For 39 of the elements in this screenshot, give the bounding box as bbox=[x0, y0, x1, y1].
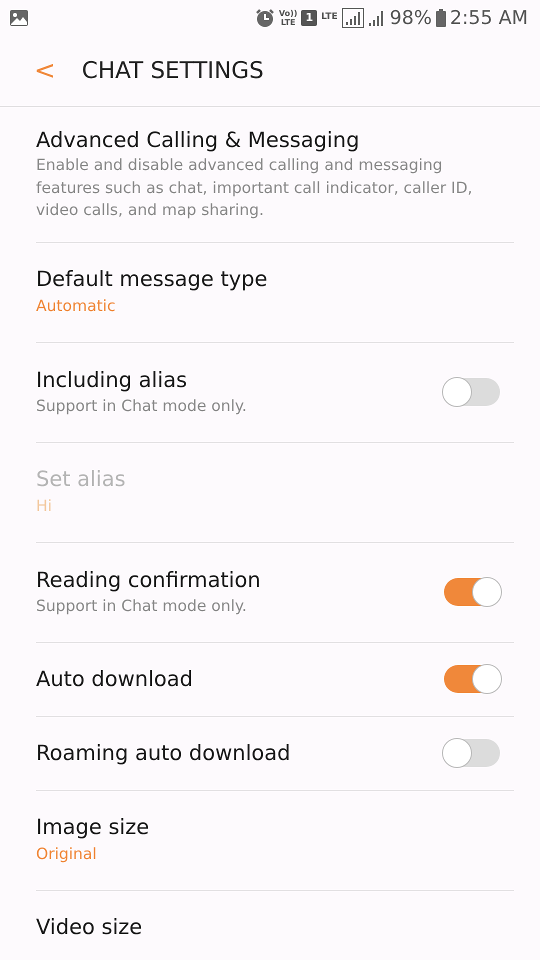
settings-item[interactable]: Auto download bbox=[0, 642, 540, 717]
setting-title: Set alias bbox=[36, 466, 127, 493]
image-icon bbox=[10, 10, 28, 26]
setting-title: Advanced Calling & Messaging bbox=[36, 127, 360, 154]
setting-summary: Support in Chat mode only. bbox=[36, 596, 248, 617]
setting-title: Including alias bbox=[36, 367, 188, 394]
setting-summary: Enable and disable advanced calling and messaging features such as chat, important call indicator, caller ID, video calls, and map sharing. bbox=[36, 155, 474, 222]
setting-title: Video size bbox=[36, 914, 144, 941]
settings-item[interactable]: Reading confirmation Support in Chat mode only. bbox=[0, 542, 540, 643]
settings-item[interactable]: Advanced Calling & Messaging Enable and disable advanced calling and messaging features such as chat, important call indicator, caller ID, video calls, and map sharing. bbox=[0, 107, 540, 243]
setting-value: Hi bbox=[36, 496, 53, 518]
setting-title: Auto download bbox=[36, 666, 194, 693]
setting-title: Roaming auto download bbox=[36, 740, 292, 767]
settings-item[interactable]: Image size Original bbox=[0, 790, 540, 891]
settings-item[interactable]: Default message type Automatic bbox=[0, 242, 540, 343]
clock-time: 2:55 AM bbox=[450, 6, 528, 31]
toggle-switch[interactable] bbox=[444, 739, 500, 768]
setting-summary: Support in Chat mode only. bbox=[36, 396, 248, 417]
volte-label: Vo)) bbox=[278, 9, 298, 18]
network-label: LTE bbox=[321, 11, 338, 24]
settings-item[interactable]: Roaming auto download bbox=[0, 716, 540, 791]
battery-icon bbox=[436, 9, 446, 27]
toggle-switch[interactable] bbox=[444, 665, 500, 694]
setting-value: Original bbox=[36, 844, 98, 866]
setting-title: Reading confirmation bbox=[36, 567, 262, 594]
setting-title: Default message type bbox=[36, 266, 268, 293]
battery-percent: 98% bbox=[390, 6, 432, 31]
toggle-switch[interactable] bbox=[444, 578, 500, 606]
alarm-clock-icon bbox=[254, 8, 275, 28]
settings-item[interactable]: Including alias Support in Chat mode only. bbox=[0, 342, 540, 443]
settings-item[interactable]: Video size bbox=[0, 890, 540, 960]
signal-icon bbox=[342, 8, 364, 28]
setting-title: Image size bbox=[36, 814, 150, 841]
signal-icon bbox=[368, 9, 386, 27]
toggle-switch[interactable] bbox=[444, 378, 500, 406]
volte-label: LTE bbox=[280, 18, 297, 27]
sim-badge: 1 bbox=[301, 10, 318, 26]
screen-title: CHAT SETTINGS bbox=[82, 56, 264, 86]
setting-value: Automatic bbox=[36, 296, 116, 318]
